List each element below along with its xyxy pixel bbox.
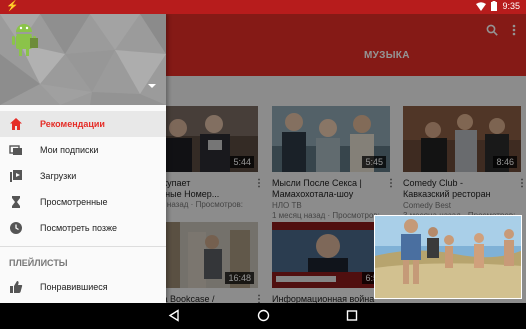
drawer-item-label: Просмотренные [40, 197, 108, 207]
status-bar: ⚡ 9:35 [0, 0, 526, 14]
screen: ⚡ 9:35 МУЗЫКА 5:44 ка Покупает обильные … [0, 0, 526, 329]
clock-time: 9:35 [502, 1, 520, 11]
battery-icon [491, 1, 498, 11]
drawer-item-uploads[interactable]: Загрузки [0, 163, 166, 189]
drawer-header[interactable] [0, 14, 166, 105]
account-dropdown-icon[interactable] [148, 84, 156, 88]
uploads-icon [10, 170, 22, 182]
wifi-icon [476, 1, 487, 11]
playlists-section-title: ПЛЕЙЛИСТЫ [0, 252, 166, 274]
flash-icon: ⚡ [6, 1, 19, 12]
status-icons: 9:35 [476, 1, 520, 11]
android-avatar-icon[interactable] [10, 22, 40, 58]
hourglass-icon [12, 196, 20, 208]
drawer-item-recommended[interactable]: Рекомендации [0, 111, 166, 137]
system-nav-bar [0, 303, 526, 329]
clock-icon [10, 222, 22, 234]
mini-player[interactable] [374, 215, 522, 299]
drawer-item-history[interactable]: Просмотренные [0, 189, 166, 215]
drawer-divider [0, 246, 166, 247]
drawer-item-watch-later[interactable]: Посмотреть позже [0, 215, 166, 241]
home-icon [10, 118, 22, 130]
drawer-menu: Рекомендации Мои подписки Загрузки Просм… [0, 111, 166, 300]
recents-icon[interactable] [346, 309, 358, 322]
drawer-item-label: Посмотреть позже [40, 223, 118, 233]
subscriptions-icon [9, 145, 22, 155]
navigation-drawer: Рекомендации Мои подписки Загрузки Просм… [0, 14, 166, 303]
drawer-item-label: Понравившиеся [40, 282, 108, 292]
drawer-item-liked[interactable]: Понравившиеся [0, 274, 166, 300]
home-nav-icon[interactable] [257, 309, 270, 322]
drawer-item-label: Рекомендации [40, 119, 105, 129]
drawer-item-label: Загрузки [40, 171, 77, 181]
thumb-up-icon [10, 281, 23, 293]
drawer-item-label: Мои подписки [40, 145, 99, 155]
back-icon[interactable] [168, 309, 180, 322]
section-title-label: ПЛЕЙЛИСТЫ [9, 258, 68, 268]
drawer-item-subscriptions[interactable]: Мои подписки [0, 137, 166, 163]
